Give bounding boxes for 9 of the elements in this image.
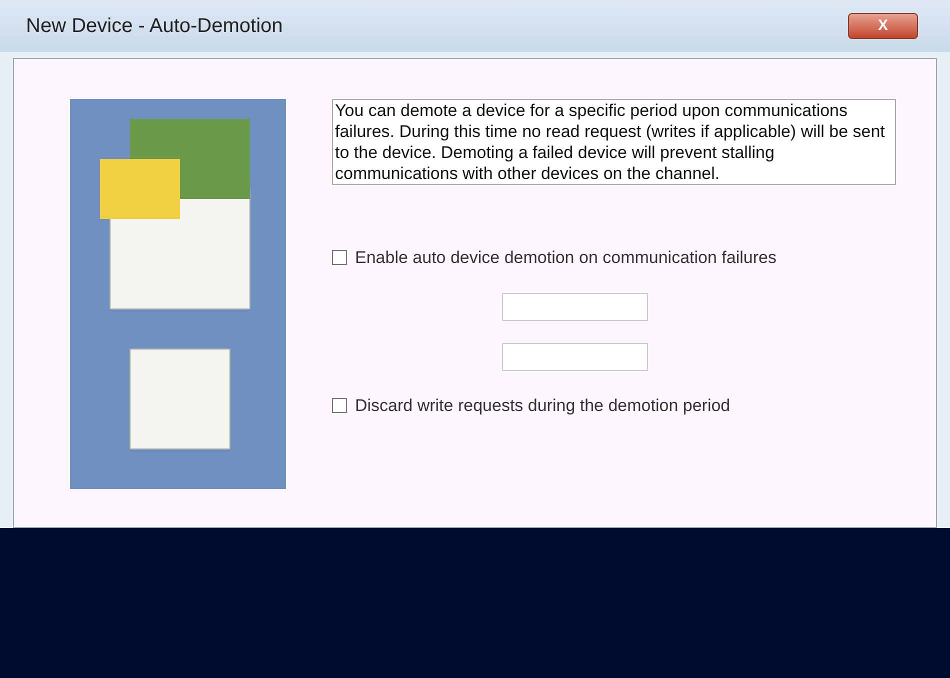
checkbox-label: Enable auto device demotion on communication failures [355,247,776,269]
checkbox[interactable] [332,250,347,266]
spin-field[interactable] [502,292,648,320]
close-button[interactable]: X [848,13,918,39]
spin-field[interactable] [502,342,648,370]
window-title: New Device - Auto-Demotion [26,14,283,39]
description-text: You can demote a device for a specific period upon communications failures. During this time no read request (writes if applicable) will be sent to the device. Demoting a failed device will prevent stalling communications with other devices on the channel. [332,99,896,185]
checkbox[interactable] [332,398,347,413]
checkbox-label: Discard write requests during the demotion period [355,394,730,416]
